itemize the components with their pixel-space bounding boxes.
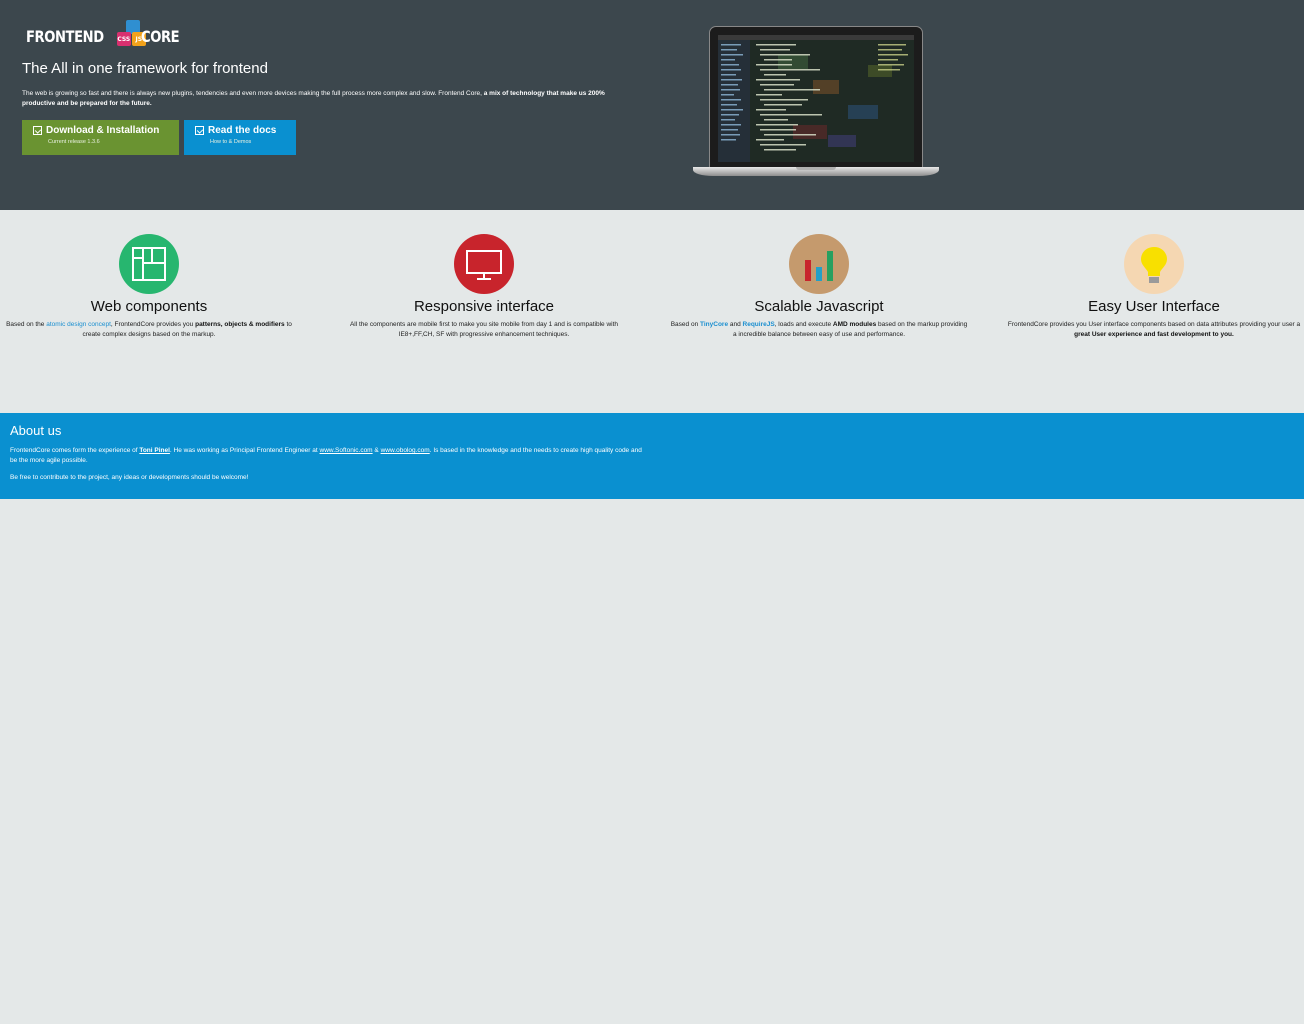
logo-text-left: FRONTEND [26,26,104,46]
feature-web-components: Web components Based on the atomic desig… [0,234,299,340]
read-docs-button-label: Read the docs [208,125,277,136]
feature-text-part: FrontendCore provides you User interface… [1007,321,1301,328]
feature-title: Easy User Interface [1088,298,1220,315]
obolog-link[interactable]: www.obolog.com [381,447,430,454]
feature-text-bold: AMD modules [832,321,877,328]
about-text-part: . He was working as Principal Frontend E… [169,447,320,454]
read-docs-button[interactable]: Read the docs How to & Demos [184,120,296,155]
about-paragraph-contribute: Be free to contribute to the project, an… [10,474,249,481]
laptop-image [693,26,939,180]
lightbulb-icon [1124,234,1184,294]
feature-text: FrontendCore provides you User interface… [1004,320,1304,340]
about-paragraph: FrontendCore comes form the experience o… [10,446,650,466]
intro-plain: The web is growing so fast and there is … [22,90,484,97]
bar-chart-icon [789,234,849,294]
logo-text-right: CORE [140,26,180,46]
intro-text: The web is growing so fast and there is … [22,89,622,109]
feature-text-part: Based on the [6,321,47,328]
logo-css-cube: CSS [116,32,131,46]
atomic-design-link[interactable]: atomic design concept [46,321,111,328]
softonic-link[interactable]: www.Softonic.com [320,447,373,454]
layout-grid-icon [119,234,179,294]
feature-text: All the components are mobile first to m… [349,321,619,338]
logo[interactable]: FRONTEND CSS JS CORE [26,20,187,52]
laptop-screen [718,35,914,162]
feature-text-part: Based on [670,321,700,328]
about-title: About us [10,423,62,438]
monitor-icon [454,234,514,294]
about-text-part: FrontendCore comes form the experience o… [10,447,140,454]
check-box-icon [195,126,204,135]
requirejs-link[interactable]: RequireJS [743,321,775,328]
feature-text: Based on the atomic design concept, Fron… [0,320,299,340]
read-docs-button-sublabel: How to & Demos [210,139,252,145]
feature-text-part: and [728,321,743,328]
tinycore-link[interactable]: TinyCore [700,321,728,328]
tagline: The All in one framework for frontend [22,60,268,77]
feature-title: Responsive interface [413,298,555,315]
feature-text: Based on TinyCore and RequireJS, loads a… [669,320,969,340]
hero-section: FRONTEND CSS JS CORE The All in one fram… [0,0,1304,210]
about-section: About us FrontendCore comes form the exp… [0,413,1304,499]
feature-text-bold: patterns, objects & modifiers [195,321,285,328]
download-button-sublabel: Current release 1.3.6 [48,139,100,145]
feature-text-part: , FrontendCore provides you [110,321,196,328]
about-text-part: & [372,447,381,454]
feature-text-bold: great User experience and fast developme… [1074,331,1234,338]
check-box-icon [33,126,42,135]
download-button[interactable]: Download & Installation Current release … [22,120,179,155]
feature-title: Web components [90,298,208,315]
feature-text-part: , loads and execute [774,321,833,328]
feature-title: Scalable Javascript [754,298,884,315]
laptop-notch [796,167,836,170]
feature-responsive-interface: Responsive interface All the components … [334,234,634,340]
author-link[interactable]: Toni Pinel [139,447,170,454]
feature-scalable-javascript: Scalable Javascript Based on TinyCore an… [669,234,969,340]
download-button-label: Download & Installation [46,125,160,136]
feature-easy-user-interface: Easy User Interface FrontendCore provide… [1004,234,1304,340]
